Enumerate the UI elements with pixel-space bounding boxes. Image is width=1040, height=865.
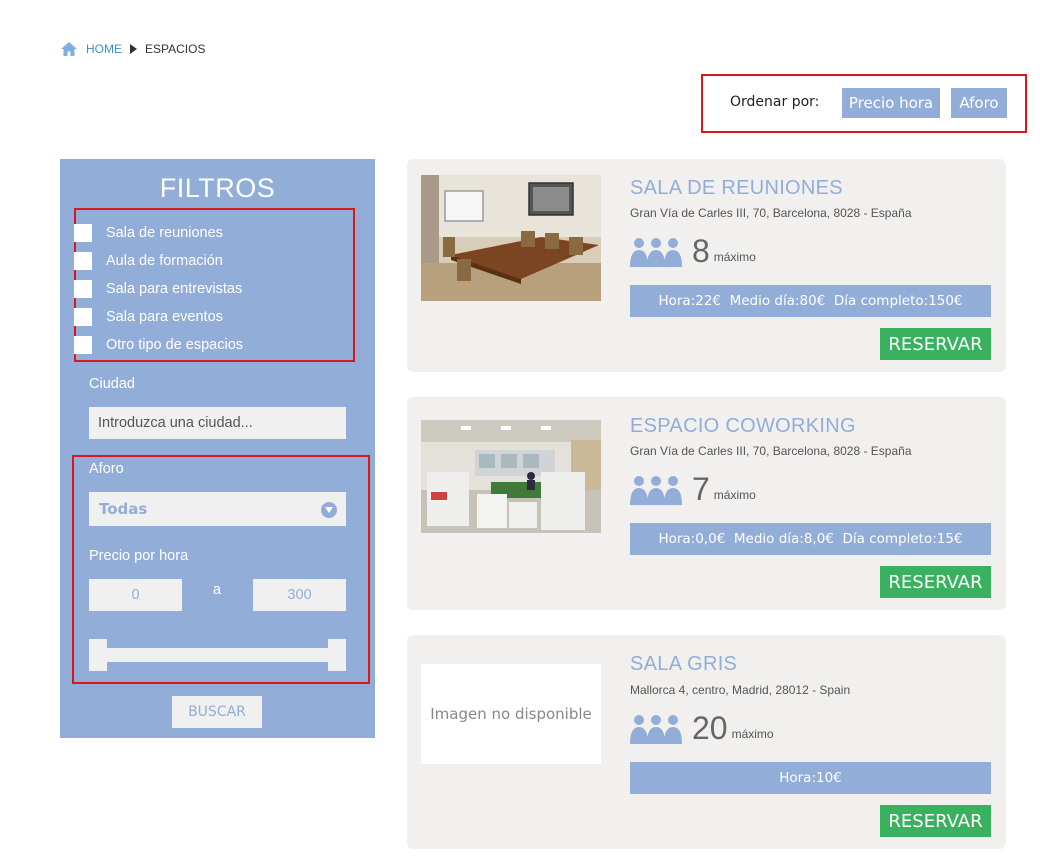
city-input[interactable] [89,407,346,439]
filter-option-sala-para-eventos[interactable]: Sala para eventos [74,307,223,327]
people-icon [630,476,682,505]
price-min-input[interactable]: 0 [89,579,182,611]
reserve-button[interactable]: RESERVAR [880,566,991,598]
checkbox[interactable] [74,252,92,270]
capacity-suffix: máximo [731,727,774,741]
space-title[interactable]: SALA GRIS [630,653,737,676]
people-icon [630,238,682,267]
reserve-button[interactable]: RESERVAR [880,805,991,837]
sort-panel: Ordenar por: Precio hora Aforo [701,74,1027,133]
filter-option-label: Sala de reuniones [106,225,223,241]
meeting-room-photo[interactable] [421,175,601,301]
space-title[interactable]: ESPACIO COWORKING [630,415,856,438]
coworking-office-photo[interactable] [421,420,601,533]
price-slider-min-handle[interactable] [89,639,107,671]
price-slider-max-handle[interactable] [328,639,346,671]
capacity-select[interactable]: Todas [89,492,346,526]
checkbox[interactable] [74,336,92,354]
space-address: Gran Vía de Carles III, 70, Barcelona, 8… [630,206,912,220]
capacity-number: 20 [692,710,728,746]
filter-option-sala-de-reuniones[interactable]: Sala de reuniones [74,223,223,243]
price-bar: Hora:0,0€ Medio día:8,0€ Día completo:15… [630,523,991,555]
filter-option-label: Sala para eventos [106,309,223,325]
capacity-suffix: máximo [713,250,756,264]
capacity-select-value: Todas [99,500,148,518]
image-placeholder: Imagen no disponible [421,664,601,764]
price-slider-track[interactable] [89,648,346,662]
breadcrumb-arrow-icon [130,44,137,54]
price-range-separator: a [213,582,222,598]
breadcrumb-home-link[interactable]: HOME [86,42,122,56]
filters-panel: FILTROS Sala de reuniones Aula de formac… [60,159,375,738]
result-card: SALA DE REUNIONES Gran Vía de Carles III… [407,159,1006,372]
space-capacity: 7 máximo [630,469,756,505]
breadcrumb-current: ESPACIOS [145,42,206,56]
capacity-number: 7 [692,471,710,507]
people-icon [630,715,682,744]
filter-option-sala-para-entrevistas[interactable]: Sala para entrevistas [74,279,242,299]
checkbox[interactable] [74,308,92,326]
sort-label: Ordenar por: [730,94,820,110]
filter-option-label: Otro tipo de espacios [106,337,244,353]
space-address: Mallorca 4, centro, Madrid, 28012 - Spai… [630,683,851,697]
chevron-down-icon [321,502,337,518]
capacity-number: 8 [692,233,710,269]
filters-title: FILTROS [159,173,276,203]
capacity-label: Aforo [89,461,124,477]
checkbox[interactable] [74,224,92,242]
space-address: Gran Vía de Carles III, 70, Barcelona, 8… [630,444,912,458]
capacity-suffix: máximo [713,488,756,502]
price-max-input[interactable]: 300 [253,579,346,611]
checkbox[interactable] [74,280,92,298]
filter-option-label: Sala para entrevistas [106,281,243,297]
price-bar: Hora:10€ [630,762,991,794]
search-button[interactable]: BUSCAR [172,696,262,728]
filter-option-otro-tipo[interactable]: Otro tipo de espacios [74,335,243,355]
price-bar: Hora:22€ Medio día:80€ Día completo:150€ [630,285,991,317]
reserve-button[interactable]: RESERVAR [880,328,991,360]
filter-option-label: Aula de formación [106,253,223,269]
sort-by-capacity-button[interactable]: Aforo [951,88,1007,118]
home-icon[interactable] [60,41,78,57]
space-title[interactable]: SALA DE REUNIONES [630,177,843,200]
city-label: Ciudad [89,376,135,392]
space-capacity: 8 máximo [630,231,756,267]
filter-option-aula-de-formacion[interactable]: Aula de formación [74,251,223,271]
result-card: Imagen no disponible SALA GRIS Mallorca … [407,635,1006,849]
result-card: ESPACIO COWORKING Gran Vía de Carles III… [407,397,1006,610]
space-capacity: 20 máximo [630,708,774,744]
price-label: Precio por hora [89,548,189,564]
sort-by-price-button[interactable]: Precio hora [842,88,940,118]
breadcrumb: HOME ESPACIOS [60,40,205,58]
